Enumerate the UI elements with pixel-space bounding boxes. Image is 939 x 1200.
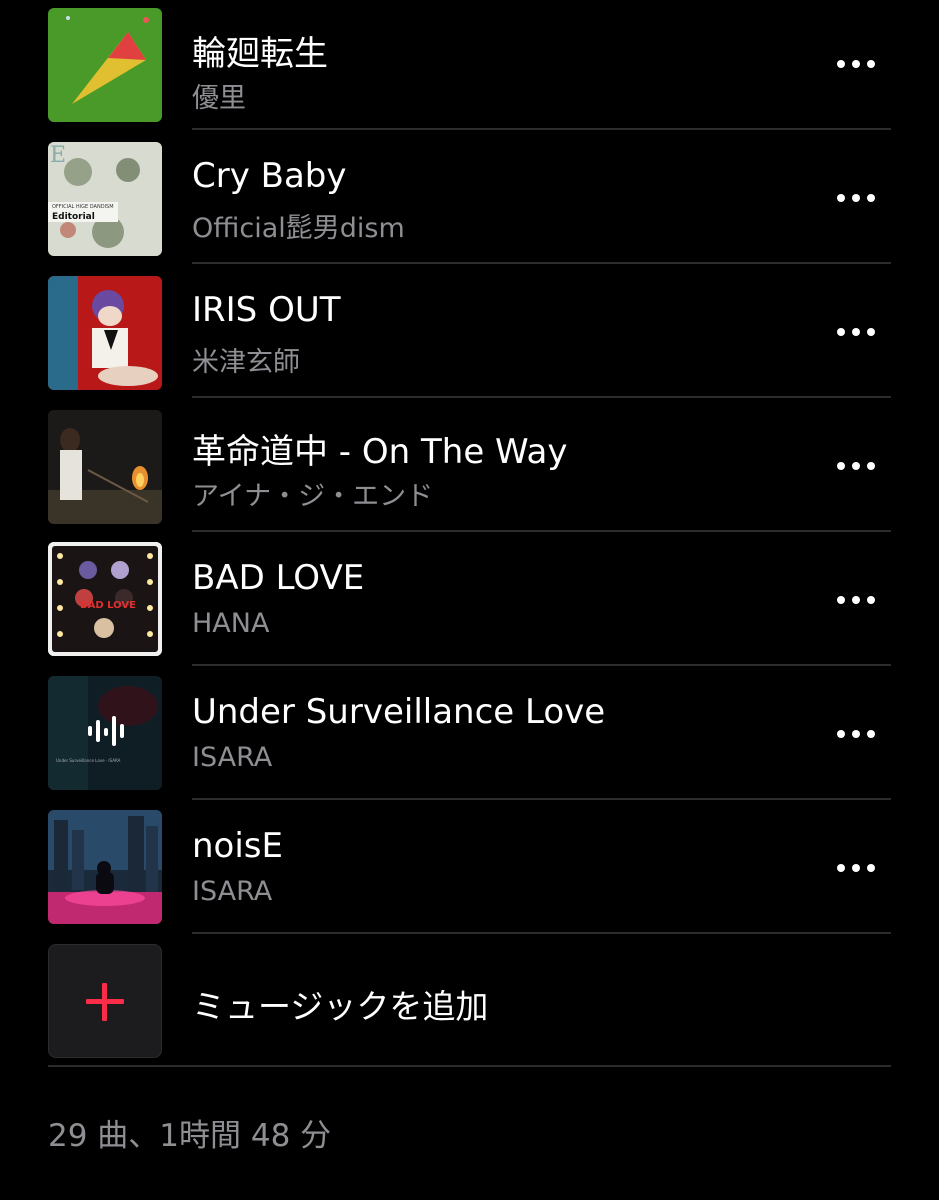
add-music-tile[interactable] (48, 944, 162, 1058)
svg-text:Under Surveillance Love · ISAR: Under Surveillance Love · ISARA (56, 758, 121, 763)
album-art-under-surveillance-love-icon: Under Surveillance Love · ISARA (48, 676, 162, 790)
more-options-icon[interactable] (837, 863, 875, 873)
album-art-rinne-tensei-icon (48, 8, 162, 122)
track-row[interactable]: OFFICIAL HIGE DANDISM Editorial E Cry Ba… (0, 130, 939, 264)
more-options-icon[interactable] (837, 59, 875, 69)
svg-text:E: E (50, 143, 66, 168)
more-options-icon[interactable] (837, 193, 875, 203)
track-artist: HANA (192, 608, 270, 639)
plus-icon (86, 983, 124, 1021)
add-music-label: ミュージックを追加 (192, 987, 489, 1026)
track-title: noisE (192, 826, 283, 866)
more-options-icon[interactable] (837, 461, 875, 471)
track-artist: 優里 (192, 83, 246, 114)
track-row[interactable]: IRIS OUT 米津玄師 (0, 264, 939, 398)
track-title: 革命道中 - On The Way (192, 432, 568, 472)
album-art-editorial-icon: OFFICIAL HIGE DANDISM Editorial E (48, 142, 162, 256)
track-row[interactable]: noisE ISARA (0, 800, 939, 934)
album-art-bad-love-icon: BAD LOVE (48, 542, 162, 656)
svg-text:BAD LOVE: BAD LOVE (80, 600, 136, 611)
album-art-noise-icon (48, 810, 162, 924)
track-title: 輪廻転生 (192, 34, 328, 74)
album-art-iris-out-icon (48, 276, 162, 390)
more-options-icon[interactable] (837, 327, 875, 337)
add-music-button[interactable]: ミュージックを追加 (0, 944, 939, 1068)
album-art-text: Editorial (52, 212, 95, 222)
playlist-summary: 29 曲、1時間 48 分 (48, 1118, 332, 1154)
track-artist: ISARA (192, 742, 273, 773)
more-options-icon[interactable] (837, 729, 875, 739)
track-artist: Official髭男dism (192, 213, 405, 244)
row-divider (192, 932, 891, 934)
track-title: IRIS OUT (192, 290, 341, 330)
track-list: 輪廻転生 優里 OFFICIAL HIGE DANDISM Editorial … (0, 0, 939, 934)
more-options-icon[interactable] (837, 595, 875, 605)
track-row[interactable]: Under Surveillance Love · ISARA Under Su… (0, 666, 939, 800)
track-row[interactable]: BAD LOVE BAD LOVE HANA (0, 532, 939, 666)
svg-text:OFFICIAL HIGE DANDISM: OFFICIAL HIGE DANDISM (52, 204, 114, 210)
track-title: Under Surveillance Love (192, 692, 606, 732)
album-art-kakumei-douchuu-icon (48, 410, 162, 524)
track-row[interactable]: 輪廻転生 優里 (0, 0, 939, 130)
list-divider (48, 1065, 891, 1067)
track-artist: 米津玄師 (192, 347, 300, 378)
track-artist: ISARA (192, 876, 273, 907)
track-title: BAD LOVE (192, 558, 365, 598)
track-row[interactable]: 革命道中 - On The Way アイナ・ジ・エンド (0, 398, 939, 532)
track-title: Cry Baby (192, 156, 347, 196)
track-artist: アイナ・ジ・エンド (192, 481, 434, 512)
